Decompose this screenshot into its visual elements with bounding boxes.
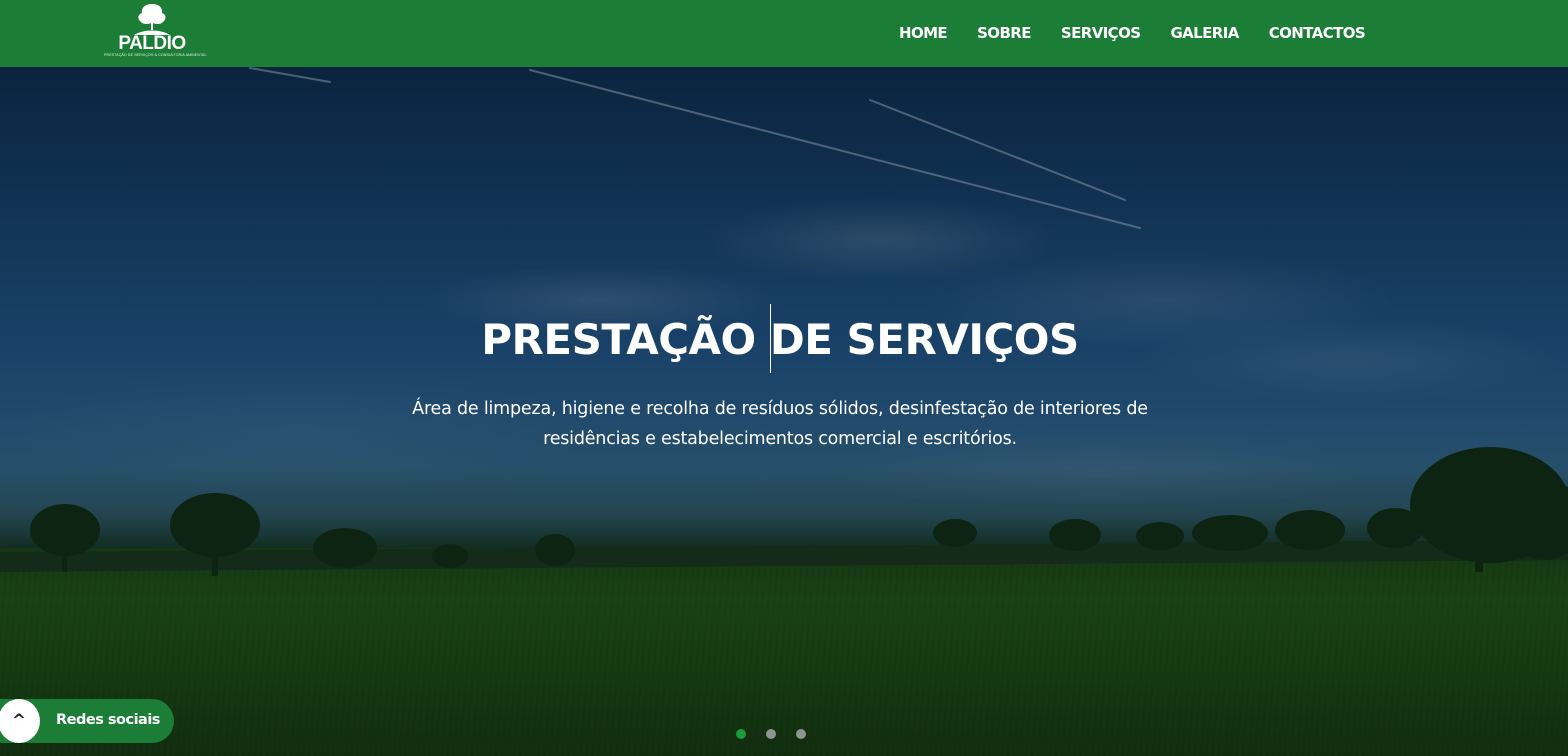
social-networks-button[interactable]: ^ Redes sociais [0, 699, 174, 743]
nav-item-home: HOME [884, 19, 962, 47]
carousel-dot-2[interactable] [766, 729, 776, 739]
carousel-dot-3[interactable] [796, 729, 806, 739]
carousel-indicators [736, 729, 806, 739]
carousel-dot-1[interactable] [736, 729, 746, 739]
tree-logo-icon [134, 4, 170, 35]
text-cursor [770, 304, 771, 373]
hero-dark-overlay [0, 0, 1568, 756]
brand-logo[interactable]: PALDIO PRESTAÇÃO DE SERVIÇOS & CONSULTOR… [104, 2, 207, 60]
nav-link-home[interactable]: HOME [884, 19, 962, 47]
hero-description: Área de limpeza, higiene e recolha de re… [412, 399, 1148, 449]
nav-item-contactos: CONTACTOS [1254, 19, 1380, 47]
nav-menu: HOME SOBRE SERVIÇOS GALERIA CONTACTOS [884, 19, 1380, 47]
top-navbar: PALDIO PRESTAÇÃO DE SERVIÇOS & CONSULTOR… [0, 0, 1568, 67]
nav-item-sobre: SOBRE [962, 19, 1046, 47]
hero-title: PRESTAÇÃO DE SERVIÇOS [481, 315, 1079, 364]
nav-item-galeria: GALERIA [1155, 19, 1253, 47]
social-networks-label: Redes sociais [56, 712, 160, 728]
nav-link-galeria[interactable]: GALERIA [1155, 19, 1253, 47]
nav-link-servicos[interactable]: SERVIÇOS [1046, 19, 1156, 47]
brand-tagline: PRESTAÇÃO DE SERVIÇOS & CONSULTORIA AMBI… [104, 53, 207, 57]
nav-link-contactos[interactable]: CONTACTOS [1254, 19, 1380, 47]
brand-name: PALDIO [118, 33, 186, 54]
chevron-up-icon[interactable]: ^ [0, 699, 40, 743]
nav-link-sobre[interactable]: SOBRE [962, 19, 1046, 47]
hero-background [0, 0, 1568, 756]
nav-item-servicos: SERVIÇOS [1046, 19, 1156, 47]
